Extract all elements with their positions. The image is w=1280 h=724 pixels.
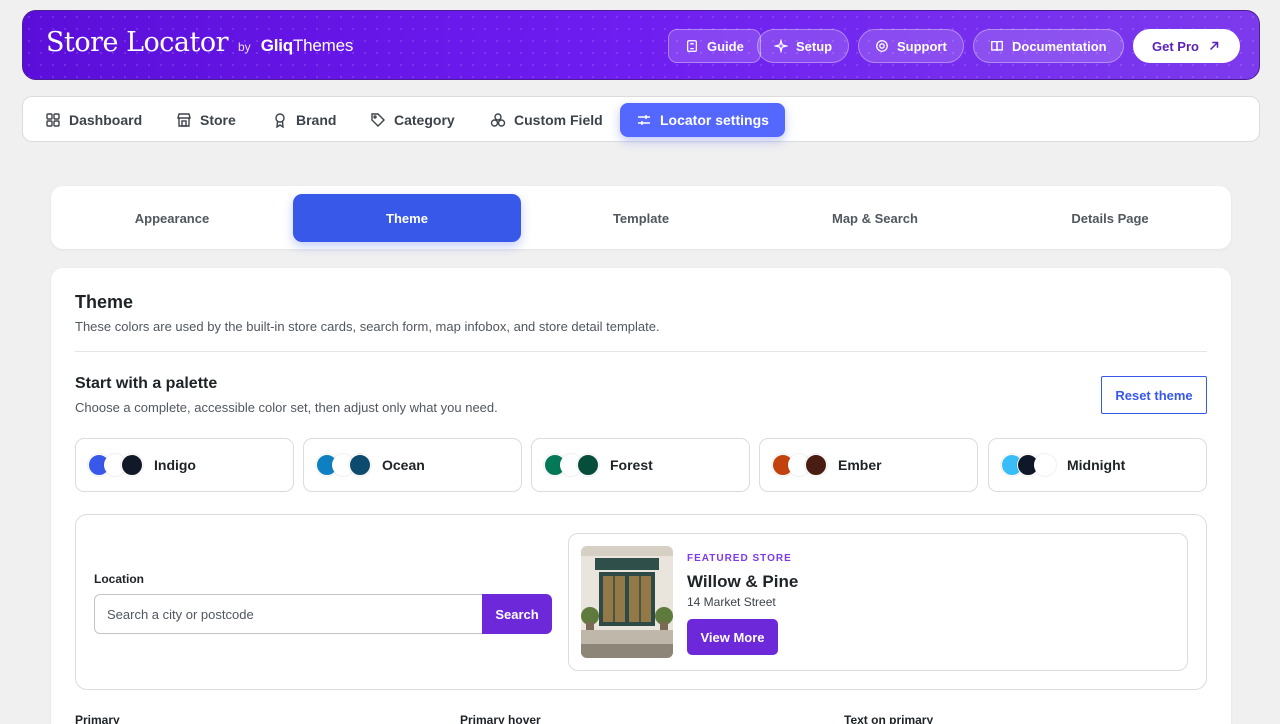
reset-theme-button[interactable]: Reset theme <box>1101 376 1207 414</box>
featured-store-card: FEATURED STORE Willow & Pine 14 Market S… <box>568 533 1188 671</box>
field-label-primary: Primary <box>75 713 120 724</box>
swatch <box>577 454 599 476</box>
palette-name: Midnight <box>1067 457 1126 473</box>
brand-company: GliqThemes <box>260 36 354 55</box>
tab-appearance[interactable]: Appearance <box>58 194 286 242</box>
brand-title: Store Locator <box>46 27 229 58</box>
tags-icon <box>371 113 385 127</box>
palette-title: Start with a palette <box>75 375 218 392</box>
store-image <box>581 546 673 658</box>
palette-name: Indigo <box>154 457 196 473</box>
view-more-button[interactable]: View More <box>687 619 778 655</box>
nav-item-dashboard[interactable]: Dashboard <box>45 103 142 137</box>
palette-swatches <box>544 454 600 476</box>
setup-button[interactable]: Setup <box>757 29 850 63</box>
section-description: These colors are used by the built-in st… <box>75 319 660 334</box>
get-pro-button[interactable]: Get Pro <box>1133 29 1240 63</box>
lifebuoy-icon <box>876 40 888 52</box>
palette-swatches <box>316 454 372 476</box>
swatch <box>1034 454 1056 476</box>
divider <box>75 351 1207 352</box>
swatch <box>805 454 827 476</box>
storefront-icon <box>177 113 191 127</box>
field-label-primary-hover: Primary hover <box>460 713 541 724</box>
palette-swatches <box>1001 454 1057 476</box>
theme-card: Theme These colors are used by the built… <box>51 268 1231 724</box>
tab-template[interactable]: Template <box>527 194 755 242</box>
palette-name: Ember <box>838 457 882 473</box>
featured-label: FEATURED STORE <box>687 553 792 564</box>
palette-indigo[interactable]: Indigo <box>75 438 294 492</box>
store-name: Willow & Pine <box>687 572 799 591</box>
brand-by: by <box>238 40 251 54</box>
palette-swatches <box>88 454 144 476</box>
search-button[interactable]: Search <box>482 594 552 634</box>
tab-map-search[interactable]: Map & Search <box>761 194 989 242</box>
sliders-icon <box>638 115 650 125</box>
palette-swatches <box>772 454 828 476</box>
palette-name: Ocean <box>382 457 425 473</box>
palette-ocean[interactable]: Ocean <box>303 438 522 492</box>
palette-forest[interactable]: Forest <box>531 438 750 492</box>
documentation-button[interactable]: Documentation <box>973 29 1124 63</box>
main-nav: Dashboard Store Brand Category Custom Fi… <box>22 96 1260 142</box>
nav-item-category[interactable]: Category <box>370 103 455 137</box>
nav-item-custom-field[interactable]: Custom Field <box>490 103 603 137</box>
palette-midnight[interactable]: Midnight <box>988 438 1207 492</box>
section-title: Theme <box>75 292 134 312</box>
boxes-icon <box>490 113 506 127</box>
field-label-text-on-primary: Text on primary <box>844 713 934 724</box>
award-icon <box>275 113 285 128</box>
tab-details-page[interactable]: Details Page <box>996 194 1224 242</box>
theme-preview: Location Search a city or postcode Searc… <box>75 514 1207 690</box>
sparkle-icon <box>774 39 788 53</box>
arrow-up-right-icon <box>1209 41 1219 51</box>
book-icon <box>686 40 698 52</box>
nav-item-brand[interactable]: Brand <box>272 103 336 137</box>
tab-theme[interactable]: Theme <box>293 194 521 242</box>
guide-button[interactable]: Guide <box>668 29 761 63</box>
swatch <box>349 454 371 476</box>
support-button[interactable]: Support <box>858 29 964 63</box>
swatch <box>121 454 143 476</box>
store-address: 14 Market Street <box>687 595 776 609</box>
palette-ember[interactable]: Ember <box>759 438 978 492</box>
location-label: Location <box>94 572 144 586</box>
nav-item-locator-settings[interactable]: Locator settings <box>620 103 785 137</box>
settings-tabs: Appearance Theme Template Map & Search D… <box>51 186 1231 249</box>
brand-logo: Store Locator by GliqThemes <box>46 27 353 58</box>
open-book-icon <box>991 40 1003 51</box>
palette-subtitle: Choose a complete, accessible color set,… <box>75 400 498 415</box>
palette-name: Forest <box>610 457 653 473</box>
nav-item-store[interactable]: Store <box>176 103 236 137</box>
app-header: Store Locator by GliqThemes Guide Setup … <box>22 10 1260 80</box>
grid-icon <box>46 113 60 127</box>
search-input[interactable]: Search a city or postcode <box>94 594 484 634</box>
